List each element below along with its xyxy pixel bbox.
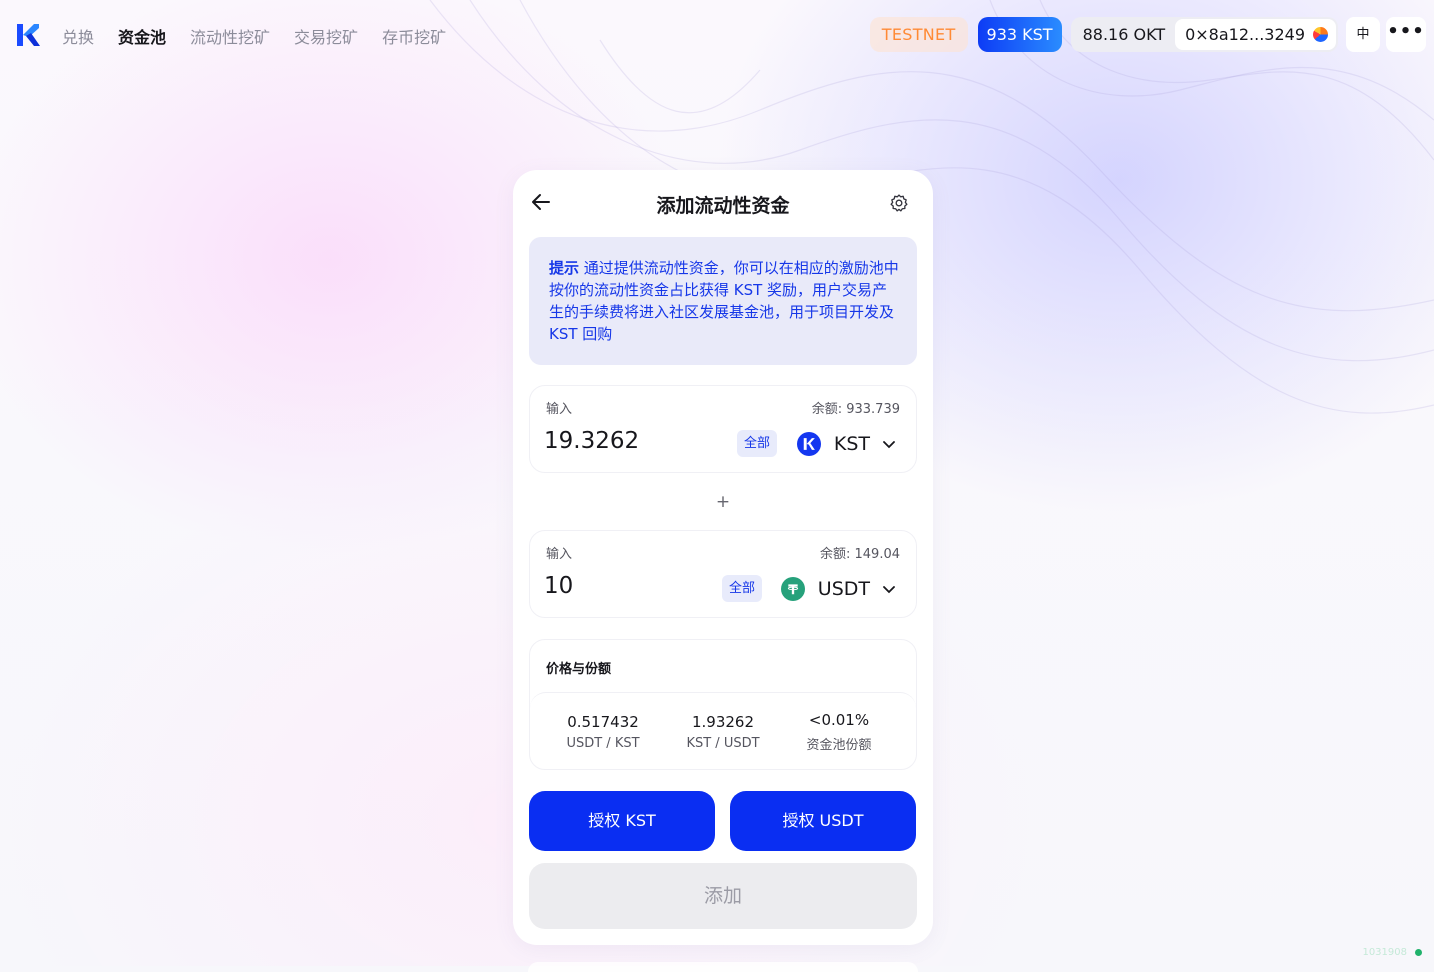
kst-token-icon: [796, 432, 821, 456]
status-dot-icon: [1415, 949, 1422, 956]
price-unit: USDT / KST: [566, 736, 640, 751]
settings-gear-icon[interactable]: [889, 193, 909, 213]
okt-balance: 88.16 OKT: [1082, 25, 1166, 44]
wallet-widget[interactable]: 88.16 OKT 0×8a12...3249: [1070, 17, 1338, 52]
token-selector[interactable]: KST: [796, 430, 896, 458]
tip-text: 通过提供流动性资金，你可以在相应的激励池中按你的流动性资金占比获得 KST 奖励…: [549, 259, 899, 343]
amount-input[interactable]: [544, 428, 714, 454]
block-height-indicator: 1031908: [1362, 947, 1422, 958]
kst-balance-button[interactable]: 933 KST: [977, 17, 1062, 52]
wallet-avatar-icon: [1313, 27, 1328, 42]
approve-kst-button[interactable]: 授权 KST: [529, 791, 715, 851]
tip-label: 提示: [549, 259, 580, 277]
price-values: 0.517432 USDT / KST 1.93262 KST / USDT <…: [530, 692, 916, 771]
card-header: 添加流动性资金: [513, 170, 933, 236]
price-kst-per-usdt: 1.93262 KST / USDT: [663, 713, 783, 751]
token-symbol: KST: [833, 433, 870, 455]
kswap-logo-icon[interactable]: [16, 23, 40, 47]
approve-usdt-button[interactable]: 授权 USDT: [730, 791, 916, 851]
usdt-token-icon: [780, 577, 805, 601]
price-usdt-per-kst: 0.517432 USDT / KST: [543, 713, 663, 751]
wallet-address-button[interactable]: 0×8a12...3249: [1175, 19, 1336, 50]
language-button[interactable]: 中: [1346, 17, 1380, 52]
price-panel-title: 价格与份额: [546, 662, 612, 677]
token-symbol: USDT: [817, 578, 870, 600]
price-unit: KST / USDT: [686, 736, 760, 751]
plus-separator: +: [715, 492, 731, 512]
nav-item-pool[interactable]: 资金池: [118, 24, 166, 48]
header-tools: TESTNET 933 KST 88.16 OKT 0×8a12...3249 …: [869, 17, 1426, 52]
input-label: 输入: [546, 402, 573, 417]
amount-input[interactable]: [544, 573, 714, 599]
balance-text: 余额: 149.04: [820, 547, 900, 562]
nav-item-trade-mining[interactable]: 交易挖矿: [294, 24, 358, 48]
network-badge[interactable]: TESTNET: [869, 17, 968, 52]
card-title: 添加流动性资金: [656, 195, 790, 217]
nav-item-liquidity-mining[interactable]: 流动性挖矿: [190, 24, 270, 48]
price-value: 1.93262: [691, 713, 755, 731]
input-token-a: 输入 余额: 933.739 全部 KST: [529, 385, 917, 473]
more-menu-button[interactable]: •••: [1386, 17, 1426, 52]
chevron-down-icon: [883, 441, 895, 449]
price-value: 0.517432: [567, 713, 639, 731]
max-button[interactable]: 全部: [736, 430, 777, 457]
wallet-address: 0×8a12...3249: [1185, 25, 1305, 44]
balance-text: 余额: 933.739: [811, 402, 900, 417]
input-token-b: 输入 余额: 149.04 全部 USDT: [529, 530, 917, 618]
top-navigation-bar: 兑换 资金池 流动性挖矿 交易挖矿 存币挖矿 TESTNET 933 KST 8…: [0, 0, 1434, 70]
add-liquidity-button[interactable]: 添加: [529, 863, 917, 929]
share-value: <0.01%: [808, 711, 870, 729]
pool-share: <0.01% 资金池份额: [779, 711, 899, 753]
token-selector[interactable]: USDT: [780, 575, 896, 603]
share-unit: 资金池份额: [806, 738, 872, 753]
max-button[interactable]: 全部: [721, 575, 762, 602]
next-card-edge: [528, 962, 918, 972]
nav-item-deposit-mining[interactable]: 存币挖矿: [382, 24, 446, 48]
main-nav: 兑换 资金池 流动性挖矿 交易挖矿 存币挖矿: [62, 24, 446, 48]
nav-item-swap[interactable]: 兑换: [62, 24, 94, 48]
input-label: 输入: [546, 547, 573, 562]
tip-banner: 提示 通过提供流动性资金，你可以在相应的激励池中按你的流动性资金占比获得 KST…: [529, 237, 917, 365]
chevron-down-icon: [883, 586, 895, 594]
price-and-share-panel: 价格与份额 0.517432 USDT / KST 1.93262 KST / …: [529, 639, 917, 770]
add-liquidity-card: 添加流动性资金 提示 通过提供流动性资金，你可以在相应的激励池中按你的流动性资金…: [513, 170, 933, 945]
block-number: 1031908: [1362, 947, 1407, 958]
